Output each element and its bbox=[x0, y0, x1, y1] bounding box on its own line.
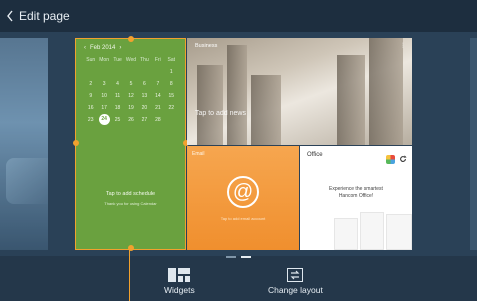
resize-guide-line bbox=[129, 250, 130, 301]
calendar-day[interactable]: 4 bbox=[111, 81, 124, 87]
page-title[interactable]: Edit page bbox=[19, 9, 70, 23]
change-layout-button[interactable]: Change layout bbox=[268, 268, 323, 295]
page-indicator bbox=[226, 256, 251, 258]
business-headline: Tap to add news bbox=[195, 110, 246, 117]
email-hint: Tap to add email account bbox=[220, 216, 266, 221]
calendar-day[interactable]: 5 bbox=[124, 81, 137, 87]
weekday-label: Sun bbox=[86, 57, 96, 63]
page-dot-active[interactable] bbox=[241, 256, 251, 258]
calendar-grid: Sun Mon Tue Wed Thu Fri Sat 1 2 3 4 5 6 7 8 9 10 11 12 13 14… bbox=[84, 57, 178, 125]
business-label: Business bbox=[195, 43, 218, 49]
widgets-button[interactable]: Widgets bbox=[164, 268, 195, 295]
calendar-widget[interactable]: ‹ Feb 2014 › Sun Mon Tue Wed Thu Fri Sat 1 2 3 4 5 6… bbox=[73, 36, 189, 251]
weekday-label: Sat bbox=[167, 57, 176, 63]
app-grid-icon[interactable] bbox=[386, 154, 395, 164]
widgets-label: Widgets bbox=[164, 285, 195, 295]
calendar-empty-subtitle: Thank you for using Calendar bbox=[104, 201, 157, 206]
building-shape bbox=[369, 38, 403, 145]
calendar-day[interactable]: 20 bbox=[138, 105, 151, 111]
calendar-day[interactable]: 1 bbox=[165, 69, 178, 75]
weekday-label: Thu bbox=[140, 57, 149, 63]
calendar-day bbox=[138, 69, 151, 75]
calendar-day bbox=[124, 69, 137, 75]
calendar-day[interactable]: 11 bbox=[111, 93, 124, 99]
calendar-day[interactable]: 25 bbox=[111, 117, 124, 125]
calendar-day[interactable]: 27 bbox=[138, 117, 151, 125]
office-icons bbox=[386, 150, 407, 168]
office-widget[interactable]: Office Experience the smartest Hancom Of… bbox=[300, 146, 412, 250]
calendar-day[interactable]: 6 bbox=[138, 81, 151, 87]
calendar-month: Feb 2014 bbox=[90, 45, 116, 51]
chevron-right-icon[interactable]: › bbox=[119, 45, 121, 51]
weekday-label: Fri bbox=[154, 57, 161, 63]
weekday-label: Wed bbox=[125, 57, 137, 63]
resize-handle-top[interactable] bbox=[128, 36, 134, 42]
building-shape bbox=[197, 65, 223, 145]
calendar-day[interactable]: 9 bbox=[84, 93, 97, 99]
calendar-day[interactable]: 15 bbox=[165, 93, 178, 99]
calendar-day[interactable]: 26 bbox=[124, 117, 137, 125]
change-layout-icon bbox=[287, 268, 304, 282]
more-icon[interactable]: ⋮ bbox=[400, 42, 406, 49]
chevron-left-icon[interactable]: ‹ bbox=[84, 45, 86, 51]
office-headline-line2: Hancom Office! bbox=[338, 193, 374, 199]
calendar-day[interactable]: 21 bbox=[151, 105, 164, 111]
building-shape bbox=[227, 45, 247, 145]
page-dot[interactable] bbox=[226, 256, 236, 258]
calendar-day[interactable]: 19 bbox=[124, 105, 137, 111]
header-bar: Edit page bbox=[0, 0, 477, 32]
calendar-day[interactable]: 14 bbox=[151, 93, 164, 99]
calendar-day-today[interactable]: 24 bbox=[98, 114, 110, 125]
email-widget[interactable]: Email @ Tap to add email account bbox=[187, 146, 299, 250]
next-page-preview[interactable] bbox=[470, 38, 477, 250]
weekday-label: Mon bbox=[99, 57, 109, 63]
resize-handle-left[interactable] bbox=[73, 140, 79, 146]
calendar-day bbox=[84, 69, 97, 75]
refresh-icon[interactable] bbox=[399, 150, 407, 168]
calendar-day[interactable]: 10 bbox=[97, 93, 110, 99]
calendar-day bbox=[165, 117, 178, 125]
calendar-empty-title: Tap to add schedule bbox=[105, 191, 156, 197]
previous-page-preview[interactable] bbox=[0, 38, 48, 250]
calendar-day[interactable]: 18 bbox=[111, 105, 124, 111]
calendar-day[interactable]: 28 bbox=[151, 117, 164, 125]
document-thumbnail bbox=[360, 212, 384, 250]
office-headline-line1: Experience the smartest bbox=[329, 186, 383, 192]
back-arrow-icon[interactable] bbox=[6, 8, 16, 24]
calendar-day[interactable]: 16 bbox=[84, 105, 97, 111]
change-layout-label: Change layout bbox=[268, 285, 323, 295]
document-thumbnails bbox=[334, 208, 412, 250]
at-sign-icon: @ bbox=[227, 176, 259, 208]
calendar-day[interactable]: 8 bbox=[165, 81, 178, 87]
document-thumbnail bbox=[386, 214, 412, 250]
calendar-day bbox=[151, 69, 164, 75]
calendar-day bbox=[97, 69, 110, 75]
calendar-day bbox=[111, 69, 124, 75]
calendar-day[interactable]: 23 bbox=[84, 117, 97, 125]
business-widget[interactable]: Business ⋮ Tap to add news bbox=[187, 38, 412, 145]
building-shape bbox=[337, 55, 365, 145]
email-label: Email bbox=[192, 151, 205, 157]
weekday-label: Tue bbox=[113, 57, 122, 63]
document-thumbnail bbox=[334, 218, 358, 250]
calendar-day[interactable]: 7 bbox=[151, 81, 164, 87]
building-shape bbox=[251, 75, 281, 145]
preview-shape bbox=[6, 158, 48, 204]
calendar-day[interactable]: 2 bbox=[84, 81, 97, 87]
calendar-header: ‹ Feb 2014 › bbox=[84, 45, 121, 51]
home-page-preview: ‹ Feb 2014 › Sun Mon Tue Wed Thu Fri Sat 1 2 3 4 5 6… bbox=[73, 36, 412, 251]
office-headline: Experience the smartest Hancom Office! bbox=[300, 186, 412, 200]
calendar-day[interactable]: 12 bbox=[124, 93, 137, 99]
office-label: Office bbox=[307, 152, 323, 158]
calendar-day[interactable]: 3 bbox=[97, 81, 110, 87]
calendar-day[interactable]: 17 bbox=[97, 105, 110, 111]
calendar-day[interactable]: 13 bbox=[138, 93, 151, 99]
calendar-day[interactable]: 22 bbox=[165, 105, 178, 111]
calendar-empty-state: Tap to add schedule Thank you for using … bbox=[76, 191, 185, 206]
widgets-icon bbox=[168, 268, 191, 282]
